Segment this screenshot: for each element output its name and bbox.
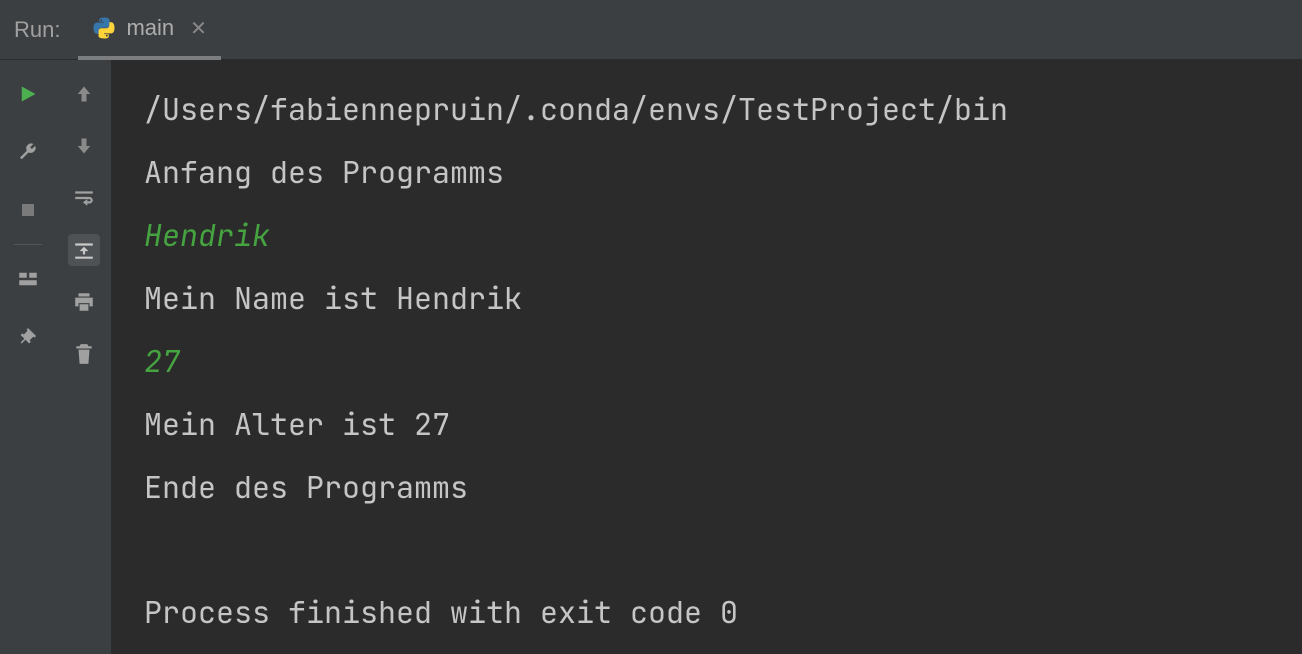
console-line: Mein Alter ist 27: [144, 393, 1302, 456]
run-tab-main[interactable]: main ✕: [78, 0, 220, 60]
console-exit-line: Process finished with exit code 0: [144, 581, 1302, 644]
layout-icon[interactable]: [12, 263, 44, 295]
console-input-line: Hendrik: [144, 204, 1302, 267]
console-line: /Users/fabiennepruin/.conda/envs/TestPro…: [144, 78, 1302, 141]
console-output[interactable]: /Users/fabiennepruin/.conda/envs/TestPro…: [112, 60, 1302, 654]
run-toolbar-left: [0, 60, 56, 654]
run-tab-label: main: [126, 15, 174, 41]
run-label: Run:: [0, 17, 78, 43]
python-file-icon: [92, 16, 116, 40]
console-input-line: 27: [144, 330, 1302, 393]
pin-icon[interactable]: [12, 321, 44, 353]
arrow-down-icon[interactable]: [68, 130, 100, 162]
console-line: Anfang des Programms: [144, 141, 1302, 204]
stop-button[interactable]: [12, 194, 44, 226]
run-tool-header: Run: main ✕: [0, 0, 1302, 60]
soft-wrap-icon[interactable]: [68, 182, 100, 214]
scroll-to-end-icon[interactable]: [68, 234, 100, 266]
run-toolbar-nav: [56, 60, 112, 654]
toolbar-divider: [14, 244, 42, 245]
wrench-icon[interactable]: [12, 136, 44, 168]
console-blank: [144, 519, 1302, 581]
console-line: Ende des Programms: [144, 456, 1302, 519]
rerun-button[interactable]: [12, 78, 44, 110]
arrow-up-icon[interactable]: [68, 78, 100, 110]
trash-icon[interactable]: [68, 338, 100, 370]
close-icon[interactable]: ✕: [190, 16, 207, 41]
console-line: Mein Name ist Hendrik: [144, 267, 1302, 330]
print-icon[interactable]: [68, 286, 100, 318]
